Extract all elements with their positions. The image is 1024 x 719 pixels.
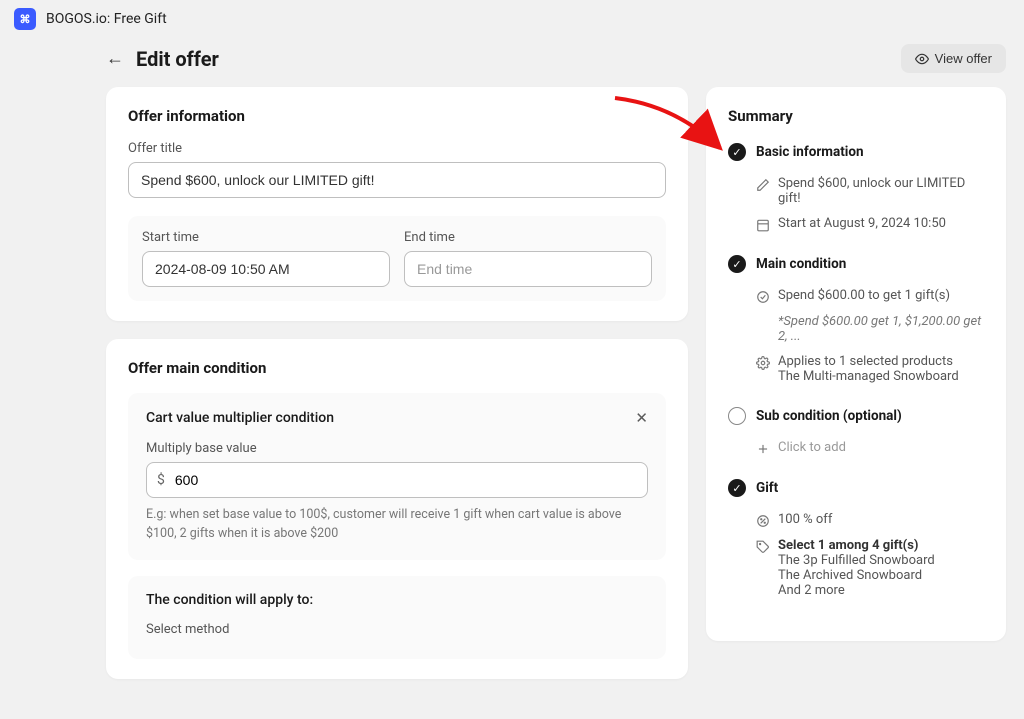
app-logo: ⌘ bbox=[14, 8, 36, 30]
tier-text: *Spend $600.00 get 1, $1,200.00 get 2, .… bbox=[778, 314, 984, 344]
spend-text: Spend $600.00 to get 1 gift(s) bbox=[778, 288, 950, 303]
check-icon: ✓ bbox=[728, 143, 746, 161]
multiplier-condition-block: Cart value multiplier condition ✕ Multip… bbox=[128, 393, 666, 560]
view-offer-label: View offer bbox=[935, 51, 992, 66]
currency-symbol: $ bbox=[147, 472, 175, 488]
discount-text: 100 % off bbox=[778, 512, 832, 527]
page-title: Edit offer bbox=[136, 47, 219, 71]
product-text: The Multi-managed Snowboard bbox=[778, 369, 959, 384]
multiplier-help-text: E.g: when set base value to 100$, custom… bbox=[146, 506, 648, 544]
app-name: BOGOS.io: Free Gift bbox=[46, 11, 167, 27]
click-add-text: Click to add bbox=[778, 440, 846, 455]
offer-title-input[interactable] bbox=[128, 162, 666, 198]
multiply-base-label: Multiply base value bbox=[146, 441, 648, 456]
offer-main-condition-card: Offer main condition Cart value multipli… bbox=[106, 339, 688, 679]
apply-to-title: The condition will apply to: bbox=[146, 592, 648, 608]
end-time-label: End time bbox=[404, 230, 652, 245]
select-method-label: Select method bbox=[146, 622, 648, 637]
start-time-input[interactable] bbox=[142, 251, 390, 287]
main-cond-heading: Main condition bbox=[756, 256, 846, 272]
summary-title: Summary bbox=[728, 107, 984, 125]
summary-main-section: ✓ Main condition Spend $600.00 to get 1 … bbox=[728, 255, 984, 389]
offer-info-title: Offer information bbox=[128, 107, 666, 125]
calendar-icon bbox=[756, 218, 770, 232]
view-offer-button[interactable]: View offer bbox=[901, 44, 1006, 73]
summary-gift-section: ✓ Gift 100 % off Select 1 among 4 gift(s… bbox=[728, 479, 984, 603]
condition-apply-block: The condition will apply to: Select meth… bbox=[128, 576, 666, 659]
start-time-label: Start time bbox=[142, 230, 390, 245]
summary-basic-section: ✓ Basic information Spend $600, unlock o… bbox=[728, 143, 984, 237]
base-value-input-wrap: $ bbox=[146, 462, 648, 498]
end-time-input[interactable] bbox=[404, 251, 652, 287]
check-icon: ✓ bbox=[728, 479, 746, 497]
base-value-input[interactable] bbox=[175, 463, 647, 497]
summary-sub-section: Sub condition (optional) Click to add bbox=[728, 407, 984, 461]
gift-item-1: The 3p Fulfilled Snowboard bbox=[778, 553, 935, 568]
main-condition-title: Offer main condition bbox=[128, 359, 666, 377]
offer-title-label: Offer title bbox=[128, 141, 666, 156]
sub-cond-heading: Sub condition (optional) bbox=[756, 408, 902, 424]
gift-heading: Gift bbox=[756, 480, 778, 496]
summary-start-text: Start at August 9, 2024 10:50 bbox=[778, 216, 946, 231]
multiplier-title: Cart value multiplier condition bbox=[146, 410, 334, 426]
tag-icon bbox=[756, 540, 770, 554]
back-button[interactable]: ← bbox=[106, 48, 124, 69]
plus-icon bbox=[756, 442, 770, 456]
select-gift-text: Select 1 among 4 gift(s) bbox=[778, 538, 935, 553]
summary-offer-text: Spend $600, unlock our LIMITED gift! bbox=[778, 176, 984, 206]
empty-circle-icon bbox=[728, 407, 746, 425]
summary-panel: Summary ✓ Basic information Spend $600, … bbox=[706, 87, 1006, 641]
applies-text: Applies to 1 selected products bbox=[778, 354, 959, 369]
gear-icon bbox=[756, 356, 770, 370]
percent-icon bbox=[756, 514, 770, 528]
check-icon: ✓ bbox=[728, 255, 746, 273]
gift-more: And 2 more bbox=[778, 583, 935, 598]
gift-item-2: The Archived Snowboard bbox=[778, 568, 935, 583]
close-multiplier-button[interactable]: ✕ bbox=[635, 409, 648, 427]
eye-icon bbox=[915, 52, 929, 66]
pencil-icon bbox=[756, 178, 770, 192]
basic-heading: Basic information bbox=[756, 144, 864, 160]
arrow-circle-icon bbox=[756, 290, 770, 304]
click-to-add[interactable]: Click to add bbox=[728, 435, 984, 461]
offer-information-card: Offer information Offer title Start time… bbox=[106, 87, 688, 321]
